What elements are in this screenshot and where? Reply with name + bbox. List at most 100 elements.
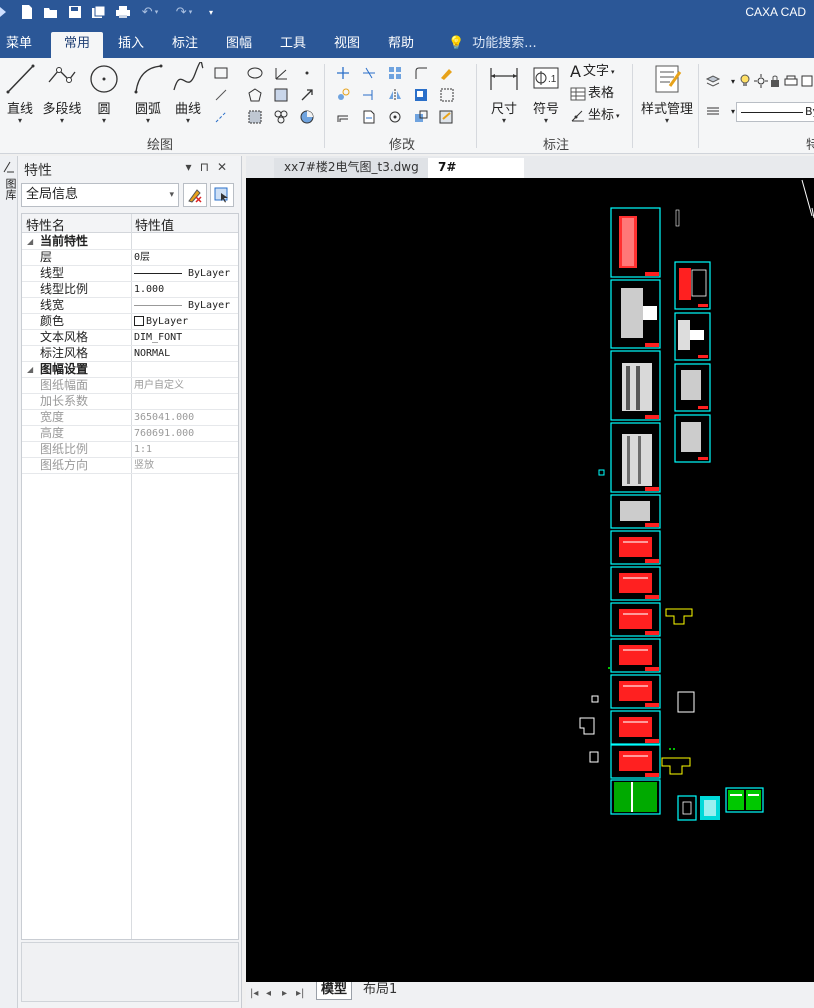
- redo-icon[interactable]: ↷ ▾: [172, 3, 196, 21]
- layer-manager-icon[interactable]: [704, 72, 722, 90]
- collapse-triangle-icon[interactable]: ◢: [27, 362, 33, 377]
- curve-button[interactable]: 曲线 ▾: [170, 62, 206, 125]
- hatch-icon[interactable]: [272, 86, 290, 104]
- tab-menu[interactable]: 菜单: [0, 32, 38, 58]
- undo-icon[interactable]: ↶ ▾: [138, 3, 162, 21]
- pie-icon[interactable]: [298, 108, 316, 126]
- symbol-button[interactable]: .1 符号 ▾: [526, 62, 566, 125]
- explode-icon[interactable]: [412, 108, 430, 126]
- save-icon[interactable]: [66, 3, 84, 21]
- coordinate-icon: [571, 110, 584, 122]
- last-tab-icon[interactable]: ▸|: [296, 988, 304, 999]
- app-menu-icon[interactable]: [0, 3, 10, 21]
- tab-model[interactable]: 模型: [316, 982, 353, 1000]
- arc-button[interactable]: 圆弧 ▾: [128, 62, 168, 125]
- print-icon[interactable]: [114, 3, 132, 21]
- open-icon[interactable]: [42, 3, 60, 21]
- tab-help[interactable]: 帮助: [382, 32, 420, 58]
- square-icon[interactable]: [798, 72, 814, 90]
- coordinate-button[interactable]: 坐标 ▾: [570, 106, 620, 126]
- first-tab-icon[interactable]: |◂: [250, 988, 258, 999]
- tab-view[interactable]: 视图: [328, 32, 366, 58]
- tab-layout1[interactable]: 布局1: [359, 982, 401, 1000]
- document-tabs: xx7#楼2电气图_t3.dwg 7#楼.dwg✕: [246, 156, 814, 193]
- line-swatch: [134, 272, 182, 274]
- polyline-button[interactable]: 多段线 ▾: [40, 62, 84, 125]
- style-manager-icon: [655, 65, 682, 93]
- move-icon[interactable]: [334, 64, 352, 82]
- linetype-combo[interactable]: By: [736, 102, 814, 122]
- header-name: 特性名: [26, 219, 66, 234]
- stretch-icon[interactable]: [360, 108, 378, 126]
- new-icon[interactable]: [18, 3, 36, 21]
- trim-icon[interactable]: [360, 64, 378, 82]
- erase-icon[interactable]: [438, 108, 456, 126]
- feature-search[interactable]: 💡 功能搜索...: [448, 32, 537, 56]
- tab-annotate[interactable]: 标注: [166, 32, 204, 58]
- copy-icon[interactable]: [334, 86, 352, 104]
- select-rect-icon[interactable]: [438, 86, 456, 104]
- properties-tab-icon[interactable]: [2, 160, 16, 174]
- match-properties-icon[interactable]: [438, 64, 456, 82]
- doc-tab-electrical[interactable]: xx7#楼2电气图_t3.dwg: [274, 158, 440, 178]
- text-button[interactable]: A 文字 ▾: [570, 62, 614, 82]
- property-row[interactable]: 层 0层: [22, 250, 238, 266]
- mirror-icon[interactable]: [386, 86, 404, 104]
- property-value-text: DIM_FONT: [134, 332, 183, 343]
- property-category[interactable]: ◢ 图幅设置: [22, 362, 238, 378]
- centerline-icon[interactable]: [212, 108, 230, 126]
- block-icon[interactable]: [246, 108, 264, 126]
- offset-icon[interactable]: [334, 108, 352, 126]
- scale-icon[interactable]: [412, 86, 430, 104]
- collapse-triangle-icon[interactable]: ◢: [27, 234, 33, 249]
- property-name: 图纸方向: [40, 458, 89, 472]
- object-selector[interactable]: 全局信息 ▾: [21, 183, 179, 207]
- prev-tab-icon[interactable]: ◂: [266, 988, 271, 999]
- style-manager-button[interactable]: 样式管理 ▾: [638, 62, 696, 125]
- property-row[interactable]: 线型 ByLayer: [22, 266, 238, 282]
- property-value: 竖放: [134, 458, 154, 473]
- drawing-canvas[interactable]: [246, 178, 814, 982]
- cloud-icon[interactable]: [272, 108, 290, 126]
- tab-tools[interactable]: 工具: [274, 32, 312, 58]
- line-button[interactable]: 直线 ▾: [2, 62, 38, 125]
- tab-common[interactable]: 常用: [51, 32, 103, 58]
- table-label: 表格: [588, 86, 615, 101]
- angle-line-icon[interactable]: [272, 64, 290, 82]
- property-row[interactable]: 线型比例 1.000: [22, 282, 238, 298]
- array-icon[interactable]: [386, 64, 404, 82]
- table-button[interactable]: 表格: [570, 84, 614, 104]
- property-category[interactable]: ◢ 当前特性: [22, 234, 238, 250]
- symbol-icon: .1: [533, 67, 559, 89]
- linetype-list-icon[interactable]: [704, 102, 722, 120]
- panel-menu-icon[interactable]: ▾: [186, 160, 200, 174]
- close-icon[interactable]: ✕: [217, 160, 235, 174]
- dimension-button[interactable]: 尺寸 ▾: [484, 62, 524, 125]
- tab-sheet[interactable]: 图幅: [220, 32, 258, 58]
- property-row[interactable]: 文本风格 DIM_FONT: [22, 330, 238, 346]
- rotate-icon[interactable]: [386, 108, 404, 126]
- tab-insert[interactable]: 插入: [112, 32, 150, 58]
- property-value-text: ByLayer: [146, 316, 189, 327]
- point-icon[interactable]: [298, 64, 316, 82]
- rectangle-icon[interactable]: [212, 64, 230, 82]
- fillet-icon[interactable]: [412, 64, 430, 82]
- parallel-line-icon[interactable]: [212, 86, 230, 104]
- property-row[interactable]: 颜色 ByLayer: [22, 314, 238, 330]
- select-objects-button[interactable]: [210, 183, 234, 207]
- ellipse-icon[interactable]: [246, 64, 264, 82]
- next-tab-icon[interactable]: ▸: [282, 988, 287, 999]
- save-all-icon[interactable]: [90, 3, 108, 21]
- arrow-icon[interactable]: [298, 86, 316, 104]
- extend-icon[interactable]: [360, 86, 378, 104]
- customize-icon[interactable]: ▾: [204, 3, 218, 21]
- polygon-icon[interactable]: [246, 86, 264, 104]
- circle-button[interactable]: 圆 ▾: [86, 62, 122, 125]
- property-row[interactable]: 标注风格 NORMAL: [22, 346, 238, 362]
- quick-select-button[interactable]: [183, 183, 207, 207]
- property-row[interactable]: 线宽 ByLayer: [22, 298, 238, 314]
- polyline-label: 多段线: [42, 102, 82, 117]
- doc-tab-building7[interactable]: 7#楼.dwg✕: [428, 158, 524, 193]
- library-tab[interactable]: 图库: [2, 178, 17, 200]
- pin-icon[interactable]: ⊓: [200, 160, 217, 174]
